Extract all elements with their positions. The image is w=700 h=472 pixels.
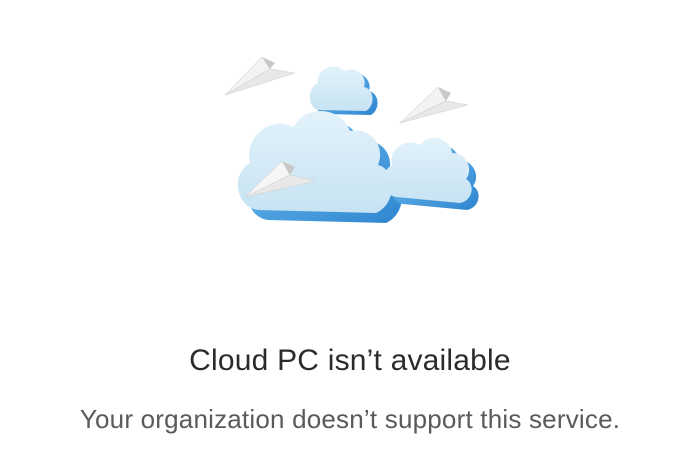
small-cloud-top bbox=[309, 66, 378, 115]
error-subtitle: Your organization doesn’t support this s… bbox=[79, 404, 621, 434]
right-cloud bbox=[383, 138, 479, 210]
clouds-paper-planes-icon bbox=[224, 56, 479, 223]
paper-plane-top-left bbox=[224, 56, 296, 96]
error-title: Cloud PC isn’t available bbox=[189, 344, 511, 377]
paper-plane-right bbox=[399, 86, 469, 124]
cloud-pc-unavailable-page: Cloud PC isn’t available Your organizati… bbox=[0, 0, 700, 472]
large-cloud bbox=[237, 110, 402, 223]
